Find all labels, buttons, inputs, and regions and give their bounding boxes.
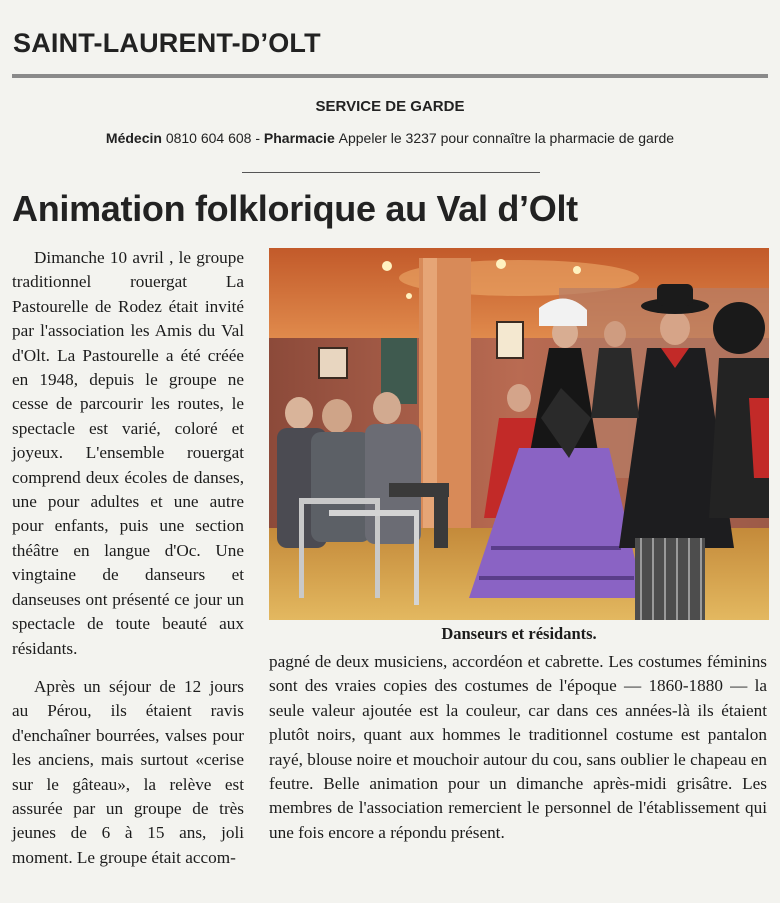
medecin-number: 0810 604 608 [165, 130, 252, 146]
photo-caption: Danseurs et résidants. [441, 624, 597, 643]
article-paragraph: pagné de deux musiciens, accordéon et ca… [269, 652, 767, 842]
article-headline: Animation folklorique au Val d’Olt [12, 188, 578, 229]
medecin-label: Médecin [105, 130, 162, 146]
article-column-right: pagné de deux musiciens, accordéon et ca… [269, 650, 767, 845]
article-paragraph: Après un séjour de 12 jours au Pérou, il… [12, 676, 244, 867]
article-column-left: Dimanche 10 avril , le groupe traditionn… [12, 246, 244, 870]
pharmacie-text: Appeler le 3237 pour connaître la pharma… [338, 130, 675, 146]
section-title: SAINT-LAURENT-D’OLT [13, 28, 321, 58]
garde-divider [242, 172, 540, 173]
section-rule [12, 74, 768, 78]
garde-title: SERVICE DE GARDE [315, 98, 465, 115]
article-paragraph: Dimanche 10 avril , le groupe traditionn… [12, 248, 244, 658]
article-photo [269, 248, 769, 620]
photo-illustration [269, 248, 769, 620]
garde-separator: - [251, 130, 264, 146]
pharmacie-label: Pharmacie [263, 130, 335, 146]
newspaper-page: SAINT-LAURENT-D’OLT SERVICE DE GARDE Méd… [0, 0, 780, 903]
garde-info: Médecin 0810 604 608 - Pharmacie Appeler… [0, 130, 780, 146]
